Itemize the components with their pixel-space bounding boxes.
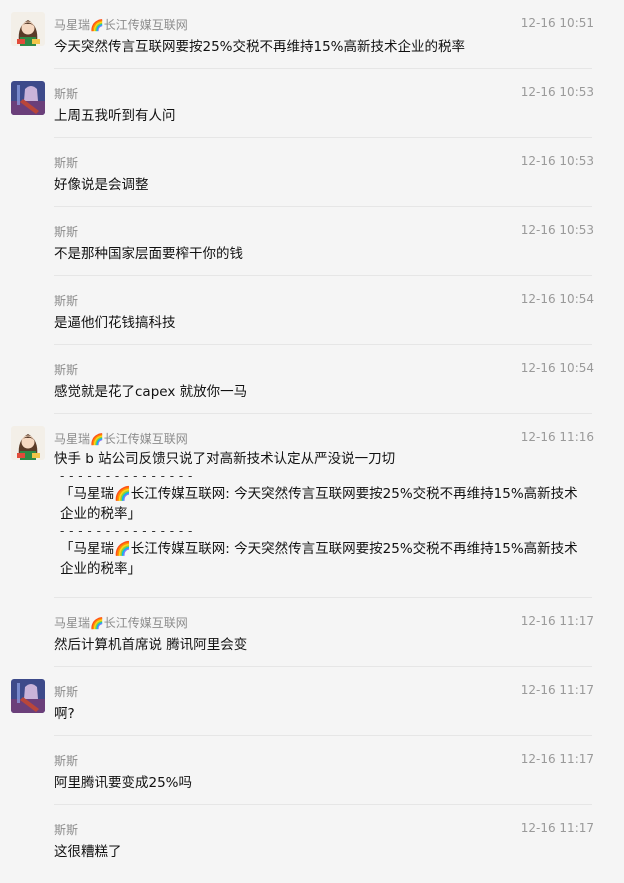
message-item: 斯斯 12-16 10:54 感觉就是花了capex 就放你一马: [0, 345, 624, 414]
quote-separator: - - - - - - - - - - - - - - -: [60, 524, 193, 538]
avatar[interactable]: [11, 679, 45, 713]
message-meta: 马星瑞🌈长江传媒互联网: [54, 16, 188, 33]
message-meta: 斯斯: [54, 223, 78, 240]
avatar[interactable]: [11, 81, 45, 115]
message-text: 这很糟糕了: [54, 844, 122, 860]
message-time: 12-16 10:53: [520, 154, 594, 168]
message-item: 斯斯 12-16 10:53 上周五我听到有人问: [0, 69, 624, 138]
sender-name[interactable]: 马星瑞: [54, 616, 90, 630]
message-meta: 斯斯: [54, 85, 78, 102]
quote-line: 企业的税率」: [60, 561, 141, 577]
sender-org: 长江传媒互联网: [103, 18, 188, 32]
female-cartoon-avatar-icon: [11, 12, 45, 46]
rainbow-badge-icon: 🌈: [90, 19, 104, 32]
message-time: 12-16 11:17: [520, 614, 594, 628]
message-time: 12-16 10:54: [520, 292, 594, 306]
sender-name[interactable]: 斯斯: [54, 156, 78, 170]
rainbow-badge-icon: 🌈: [90, 617, 104, 630]
message-text: 感觉就是花了capex 就放你一马: [54, 384, 248, 400]
message-item: 马星瑞🌈长江传媒互联网 12-16 10:51 今天突然传言互联网要按25%交税…: [0, 0, 624, 69]
quoted-message[interactable]: 「马星瑞🌈长江传媒互联网: 今天突然传言互联网要按25%交税不再维持15%高新技…: [54, 484, 598, 524]
sender-name[interactable]: 斯斯: [54, 225, 78, 239]
message-text: 阿里腾讯要变成25%吗: [54, 775, 193, 791]
anime-guitar-avatar-icon: [11, 81, 45, 115]
anime-guitar-avatar-icon: [11, 679, 45, 713]
quote-line: 企业的税率」: [60, 506, 141, 522]
message-item: 马星瑞🌈长江传媒互联网 12-16 11:17 然后计算机首席说 腾讯阿里会变: [0, 598, 624, 667]
message-item: 斯斯 12-16 10:53 不是那种国家层面要榨干你的钱: [0, 207, 624, 276]
message-item: 斯斯 12-16 10:54 是逼他们花钱搞科技: [0, 276, 624, 345]
message-body: 快手 b 站公司反馈只说了对高新技术认定从严没说一刀切 - - - - - - …: [54, 449, 598, 579]
message-time: 12-16 10:53: [520, 223, 594, 237]
female-cartoon-avatar-icon: [11, 426, 45, 460]
message-item: 斯斯 12-16 10:53 好像说是会调整: [0, 138, 624, 207]
sender-name[interactable]: 斯斯: [54, 294, 78, 308]
sender-name[interactable]: 斯斯: [54, 363, 78, 377]
message-text: 是逼他们花钱搞科技: [54, 315, 176, 331]
message-time: 12-16 11:17: [520, 683, 594, 697]
sender-name[interactable]: 斯斯: [54, 754, 78, 768]
message-item: 斯斯 12-16 11:17 阿里腾讯要变成25%吗: [0, 736, 624, 805]
message-text: 然后计算机首席说 腾讯阿里会变: [54, 637, 248, 653]
message-text: 好像说是会调整: [54, 177, 149, 193]
sender-org: 长江传媒互联网: [103, 616, 188, 630]
message-meta: 马星瑞🌈长江传媒互联网: [54, 614, 188, 631]
message-text: 今天突然传言互联网要按25%交税不再维持15%高新技术企业的税率: [54, 39, 466, 55]
message-item: 斯斯 12-16 11:17 这很糟糕了: [0, 805, 624, 874]
sender-org: 长江传媒互联网: [103, 432, 188, 446]
message-time: 12-16 11:16: [520, 430, 594, 444]
message-item: 斯斯 12-16 11:17 啊?: [0, 667, 624, 736]
quote-line: 「马星瑞🌈长江传媒互联网: 今天突然传言互联网要按25%交税不再维持15%高新技…: [60, 486, 578, 502]
sender-name[interactable]: 斯斯: [54, 823, 78, 837]
message-meta: 斯斯: [54, 361, 78, 378]
message-time: 12-16 10:51: [520, 16, 594, 30]
avatar[interactable]: [11, 12, 45, 46]
sender-name[interactable]: 马星瑞: [54, 18, 90, 32]
message-meta: 斯斯: [54, 154, 78, 171]
sender-name[interactable]: 斯斯: [54, 685, 78, 699]
message-time: 12-16 10:54: [520, 361, 594, 375]
quoted-message[interactable]: 「马星瑞🌈长江传媒互联网: 今天突然传言互联网要按25%交税不再维持15%高新技…: [54, 539, 598, 579]
rainbow-badge-icon: 🌈: [90, 433, 104, 446]
quote-line: 「马星瑞🌈长江传媒互联网: 今天突然传言互联网要按25%交税不再维持15%高新技…: [60, 541, 578, 557]
message-meta: 斯斯: [54, 752, 78, 769]
message-text: 快手 b 站公司反馈只说了对高新技术认定从严没说一刀切: [54, 451, 396, 467]
message-text: 上周五我听到有人问: [54, 108, 176, 124]
message-time: 12-16 10:53: [520, 85, 594, 99]
message-text: 啊?: [54, 706, 75, 722]
sender-name[interactable]: 斯斯: [54, 87, 78, 101]
sender-name[interactable]: 马星瑞: [54, 432, 90, 446]
message-text: 不是那种国家层面要榨干你的钱: [54, 246, 243, 262]
message-meta: 斯斯: [54, 821, 78, 838]
avatar[interactable]: [11, 426, 45, 460]
message-time: 12-16 11:17: [520, 821, 594, 835]
message-meta: 马星瑞🌈长江传媒互联网: [54, 430, 188, 447]
message-meta: 斯斯: [54, 292, 78, 309]
message-item: 马星瑞🌈长江传媒互联网 12-16 11:16 快手 b 站公司反馈只说了对高新…: [0, 414, 624, 598]
message-meta: 斯斯: [54, 683, 78, 700]
message-time: 12-16 11:17: [520, 752, 594, 766]
quote-separator: - - - - - - - - - - - - - - -: [60, 469, 193, 483]
